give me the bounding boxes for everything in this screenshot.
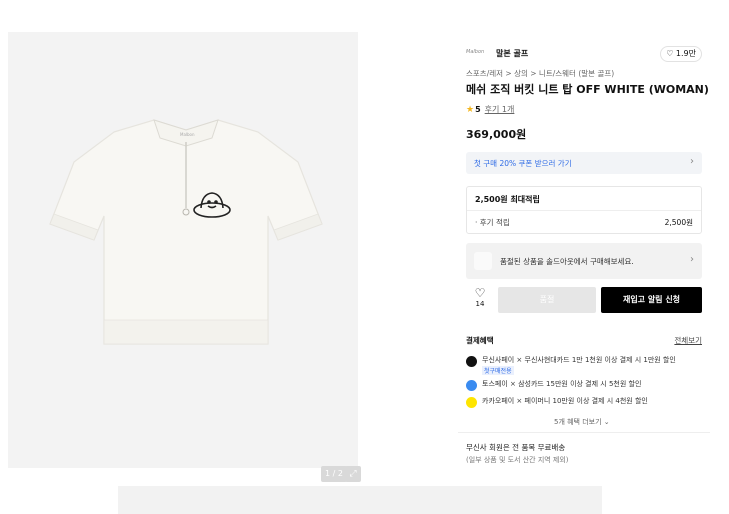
product-image: Malbon (49, 119, 323, 345)
svg-text:Malbon: Malbon (180, 132, 195, 137)
wishlist-count: 14 (475, 300, 485, 308)
review-count-link[interactable]: 후기 1개 (485, 105, 515, 114)
brand-like-button[interactable]: ♡ 1.9만 (660, 46, 702, 62)
buy-button[interactable]: 품절 (498, 287, 596, 313)
product-info-panel: Malbon 말본 골프 ♡ 1.9만 스포츠/레저 > 상의 > 니트/스웨터… (458, 40, 710, 470)
star-icon: ★ (466, 105, 475, 115)
chevron-right-icon: › (690, 156, 694, 167)
chevron-down-icon: ⌄ (603, 418, 610, 426)
product-title: 메쉬 조직 버킷 니트 탑 OFF WHITE (WOMAN) (466, 83, 709, 96)
benefit-text: 토스페이 × 삼성카드 15만원 이상 결제 시 5천원 할인 (482, 380, 642, 388)
benefit-text: 카카오페이 × 페이머니 10만원 이상 결제 시 4천원 할인 (482, 397, 648, 405)
brand-logo[interactable]: Malbon (466, 49, 484, 55)
coupon-banner[interactable]: 첫 구매 20% 쿠폰 받으러 가기 › (466, 152, 702, 174)
benefits-header: 결제혜택 전체보기 (466, 335, 702, 347)
divider (458, 432, 710, 433)
product-rating: ★5 후기 1개 (466, 104, 514, 115)
brand-row: Malbon 말본 골프 ♡ 1.9만 (466, 46, 702, 64)
divider (467, 210, 701, 211)
purchase-actions: ♡ 14 품절 재입고 알림 신청 (466, 287, 702, 313)
breadcrumb[interactable]: 스포츠/레저 > 상의 > 니트/스웨터 (말본 골프) (466, 68, 614, 79)
brand-like-count: 1.9만 (675, 49, 696, 58)
review-points-value: 2,500원 (664, 218, 693, 227)
benefit-text: 무신사페이 × 무신사현대카드 1만 1천원 이상 결제 시 1만원 할인 (482, 356, 676, 364)
soldout-text: 품절된 상품을 솔드아웃에서 구매해보세요. (500, 257, 634, 266)
points-box: 2,500원 최대적립 · 후기 적립 2,500원 (466, 186, 702, 234)
product-page: Malbon 1 / 2 ⤢ Malbon 말본 골프 ♡ 1.9만 스포츠/레… (0, 0, 729, 514)
heart-icon: ♡ (474, 286, 486, 300)
rating-score: 5 (475, 105, 481, 114)
more-benefits-link[interactable]: 5개 혜택 더보기 ⌄ (554, 417, 610, 427)
expand-icon[interactable]: ⤢ (345, 466, 361, 482)
chevron-right-icon: › (690, 254, 694, 265)
benefits-heading: 결제혜택 (466, 336, 494, 345)
soldout-banner[interactable]: 품절된 상품을 솔드아웃에서 구매해보세요. › (466, 243, 702, 279)
heart-icon: ♡ (666, 49, 674, 58)
coupon-text: 첫 구매 20% 쿠폰 받으러 가기 (474, 159, 572, 168)
kakao-pay-icon (466, 397, 477, 408)
shipping-info: 무신사 회원은 전 품목 무료배송 (466, 443, 566, 452)
wishlist-button[interactable]: ♡ 14 (470, 287, 490, 309)
musinsa-pay-icon (466, 356, 477, 367)
first-purchase-badge: 첫구매전용 (482, 366, 514, 375)
max-points: 2,500원 최대적립 (475, 195, 540, 204)
soldout-thumbnail (474, 252, 492, 270)
benefits-view-all-link[interactable]: 전체보기 (674, 335, 702, 346)
bottom-placeholder (118, 486, 602, 514)
benefit-item: 무신사페이 × 무신사현대카드 1만 1천원 이상 결제 시 1만원 할인 첫구… (466, 355, 702, 375)
restock-notify-button[interactable]: 재입고 알림 신청 (601, 287, 702, 313)
shipping-note: (일부 상품 및 도서 산간 지역 제외) (466, 456, 569, 464)
benefit-item: 토스페이 × 삼성카드 15만원 이상 결제 시 5천원 할인 (466, 379, 702, 393)
image-page-indicator: 1 / 2 (321, 466, 347, 482)
product-image-gallery[interactable]: Malbon 1 / 2 ⤢ (8, 32, 361, 482)
product-price: 369,000원 (466, 128, 527, 141)
toss-pay-icon (466, 380, 477, 391)
more-benefits-label: 5개 혜택 더보기 (554, 418, 602, 426)
brand-name-link[interactable]: 말본 골프 (496, 48, 528, 59)
benefit-item: 카카오페이 × 페이머니 10만원 이상 결제 시 4천원 할인 (466, 396, 702, 410)
review-points-label: · 후기 적립 (475, 218, 510, 227)
